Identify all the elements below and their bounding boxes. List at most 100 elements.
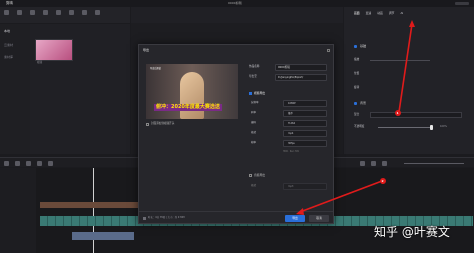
right-panel: 画面 变速 动画 调节 AI 基础 缩放 位置 旋转 背景 混合 不透明度 10… [344,7,474,154]
section-background: 背景 [360,101,367,105]
format-value: mp4 [288,132,294,135]
window-controls-icon[interactable] [455,2,469,5]
row-blend: 混合 [354,113,360,116]
sidebar-item-library[interactable]: 素材库 [4,56,13,59]
audio-track-clip[interactable] [72,232,134,240]
row-resolution-label: 分辨率 [251,101,259,104]
filter-tab-icon[interactable] [82,10,87,15]
field-name-label: 作品名称 [249,65,260,68]
checkbox-basic[interactable] [354,45,357,48]
bitrate-value: 推荐 [288,112,293,115]
video-section-checkbox[interactable] [249,92,252,95]
audio-format-label: 格式 [251,184,257,187]
annotation-marker-1: 1 [396,110,399,115]
bitrate-select[interactable]: 推荐 [283,110,327,117]
opacity-value: 100% [440,125,447,128]
blend-select[interactable] [370,112,462,118]
opacity-handle[interactable] [430,125,433,130]
close-icon[interactable] [327,49,330,52]
project-title: 0000剪辑 [228,1,242,5]
tab-picture[interactable]: 画面 [354,12,360,18]
row-framerate-label: 帧率 [251,141,257,144]
text-track-clip[interactable] [40,202,140,208]
media-area: 视频 [30,24,130,154]
cover-label: 封面添加到视频开头 [151,122,175,125]
zoom-out-icon[interactable] [382,161,387,166]
section-basic: 基础 [360,44,367,48]
field-name-value: 0000剪辑 [278,66,290,69]
row-bitrate-label: 码率 [251,111,257,114]
format-select[interactable]: mp4 [283,130,327,137]
export-footer: 时长：4分 35秒 | 大小：约 470M 导出 取消 [139,211,333,224]
hdr-note: HDR · Rec.709 [283,150,299,153]
codec-select[interactable]: H.264 [283,120,327,127]
audio-section-checkbox[interactable] [249,174,252,177]
audio-format-select[interactable]: mp3 [283,183,327,190]
text-tab-icon[interactable] [30,10,35,15]
preview-person [180,72,204,119]
media-thumbnail[interactable] [35,39,73,61]
row-codec-label: 编码 [251,121,257,124]
checkbox-background[interactable] [354,102,357,105]
preview-caption: 俯冲：2020年度最大赛选送 [154,104,222,111]
export-dialog-title: 导出 [143,48,150,52]
effect-tab-icon[interactable] [56,10,61,15]
footer-info: 时长：4分 35秒 | 大小：约 470M [148,216,185,219]
select-tool-icon[interactable] [4,161,9,166]
footer-info-icon [143,217,146,220]
media-tab-icon[interactable] [4,10,9,15]
zoom-slider[interactable] [404,163,464,164]
resolution-value: 1080P [288,102,296,105]
split-icon[interactable] [37,161,42,166]
export-dialog: 导出 导出后预览 俯冲：2020年度最大赛选送 封面添加到视频开头 作品名称 0… [138,44,334,224]
playhead[interactable] [93,168,94,253]
sticker-tab-icon[interactable] [43,10,48,15]
field-path-input[interactable]: D:/JianyingPro/Export/ [275,74,327,81]
adjust-tab-icon[interactable] [95,10,100,15]
preview-small-text: 导出后预览 [150,67,161,70]
framerate-value: 30fps [288,142,295,145]
row-rotation: 旋转 [354,86,360,89]
row-scale: 缩放 [354,58,360,61]
audio-format-value: mp3 [288,185,294,188]
resolution-select[interactable]: 1080P [283,100,327,107]
right-panel-tabs: 画面 变速 动画 调节 AI [354,12,464,18]
row-format-label: 格式 [251,131,257,134]
field-path-value: D:/JianyingPro/Export/ [278,76,304,79]
cancel-button[interactable]: 取消 [309,215,329,222]
field-path-label: 导出至 [249,75,257,78]
timeline-tools [4,161,53,166]
row-position: 位置 [354,72,360,75]
sidebar-item-local[interactable]: 本地 [4,30,10,33]
tab-adjust[interactable]: 调节 [389,12,395,18]
audio-section-label: 音频导出 [254,173,266,177]
transition-tab-icon[interactable] [69,10,74,15]
row-opacity: 不透明度 [354,125,365,128]
opacity-slider[interactable] [378,127,432,128]
sidebar-item-cloud[interactable]: 云素材 [4,44,13,47]
media-toolbar [0,7,130,23]
tab-speed[interactable]: 变速 [366,12,372,18]
undo-icon[interactable] [15,161,20,166]
tab-animation[interactable]: 动画 [377,12,383,18]
media-thumb-label: 视频 [37,61,43,64]
watermark: 知乎 @叶赛文 [374,225,450,239]
field-name-input[interactable]: 0000剪辑 [275,64,327,71]
delete-icon[interactable] [48,161,53,166]
link-icon[interactable] [371,161,376,166]
tab-ai[interactable]: AI [400,12,403,18]
cover-checkbox[interactable] [146,123,149,126]
mic-icon[interactable] [360,161,365,166]
top-bar: 剪映 0000剪辑 [0,0,474,7]
audio-tab-icon[interactable] [17,10,22,15]
app-title: 剪映 [6,1,13,5]
redo-icon[interactable] [26,161,31,166]
export-preview: 导出后预览 俯冲：2020年度最大赛选送 [146,64,238,119]
framerate-select[interactable]: 30fps [283,140,327,147]
scale-slider[interactable] [370,60,430,61]
timeline-right-tools [360,161,464,166]
video-section-label: 视频导出 [254,91,266,95]
export-button-label: 导出 [292,216,298,220]
export-button[interactable]: 导出 [285,215,305,222]
player-header [131,7,343,23]
